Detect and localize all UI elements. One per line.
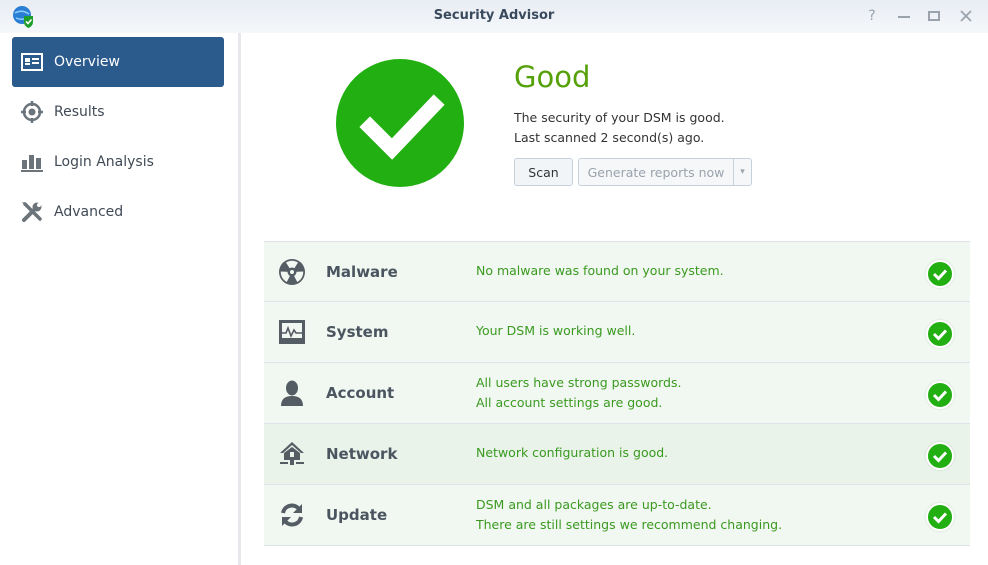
check-description-line: There are still settings we recommend ch… [476,517,783,532]
bar-chart-icon [20,150,44,174]
security-checklist: Malware No malware was found on your sys… [264,241,970,546]
sidebar-item-advanced[interactable]: Advanced [12,187,224,237]
generate-reports-dropdown[interactable]: ▾ [733,158,752,186]
status-description: The security of your DSM is good. [514,110,725,125]
check-ok-icon [926,503,954,531]
check-name: Network [326,445,398,463]
maximize-button[interactable] [924,7,944,25]
user-icon [281,380,303,406]
sidebar-item-login-analysis[interactable]: Login Analysis [12,137,224,187]
maximize-icon [928,11,940,21]
sidebar-item-label: Overview [54,54,120,70]
wrench-screwdriver-icon [20,200,44,224]
help-icon: ? [868,8,876,24]
check-ok-icon [926,320,954,348]
check-ok-icon [926,381,954,409]
sidebar-item-label: Login Analysis [54,154,154,170]
check-description: No malware was found on your system. [476,263,724,278]
check-row-update[interactable]: Update DSM and all packages are up-to-da… [264,485,970,546]
check-description: Network configuration is good. [476,445,669,460]
check-description-line: All account settings are good. [476,395,663,410]
title-bar: Security Advisor ? [0,0,988,33]
sidebar: Overview Results Login Analysis Advanced [0,33,238,565]
sidebar-item-overview[interactable]: Overview [12,37,224,87]
check-name: Malware [326,263,398,281]
check-description: Your DSM is working well. [476,323,636,338]
minimize-button[interactable] [894,7,914,25]
generate-reports-button[interactable]: Generate reports now [578,158,734,186]
scan-button[interactable]: Scan [514,158,573,186]
check-row-system[interactable]: System Your DSM is working well. [264,302,970,363]
target-icon [20,100,44,124]
monitor-pulse-icon [279,320,305,344]
check-name: System [326,323,389,341]
network-house-icon [280,442,304,465]
check-ok-icon [926,260,954,288]
check-ok-icon [926,442,954,470]
check-name: Update [326,506,388,524]
sidebar-item-label: Advanced [54,204,124,220]
close-icon [960,10,972,22]
check-description-line: DSM and all packages are up-to-date. [476,497,712,512]
check-row-account[interactable]: Account All users have strong passwords.… [264,363,970,424]
minimize-icon [898,16,910,18]
status-good-icon [336,59,464,187]
status-title: Good [514,60,591,94]
window-title: Security Advisor [433,8,555,23]
check-name: Account [326,384,395,402]
check-row-malware[interactable]: Malware No malware was found on your sys… [264,241,970,302]
sidebar-item-label: Results [54,104,105,120]
overview-card-icon [20,50,44,74]
refresh-icon [281,503,303,527]
sidebar-divider [238,33,241,565]
check-description-line: All users have strong passwords. [476,375,682,390]
close-button[interactable] [956,7,976,25]
check-description: DSM and all packages are up-to-date. The… [476,495,782,535]
help-button[interactable]: ? [862,7,882,25]
check-row-network[interactable]: Network Network configuration is good. [264,424,970,485]
radiation-icon [279,259,305,285]
last-scanned-text: Last scanned 2 second(s) ago. [514,130,705,145]
check-description: All users have strong passwords. All acc… [476,373,681,413]
sidebar-item-results[interactable]: Results [12,87,224,137]
chevron-down-icon: ▾ [740,167,745,177]
